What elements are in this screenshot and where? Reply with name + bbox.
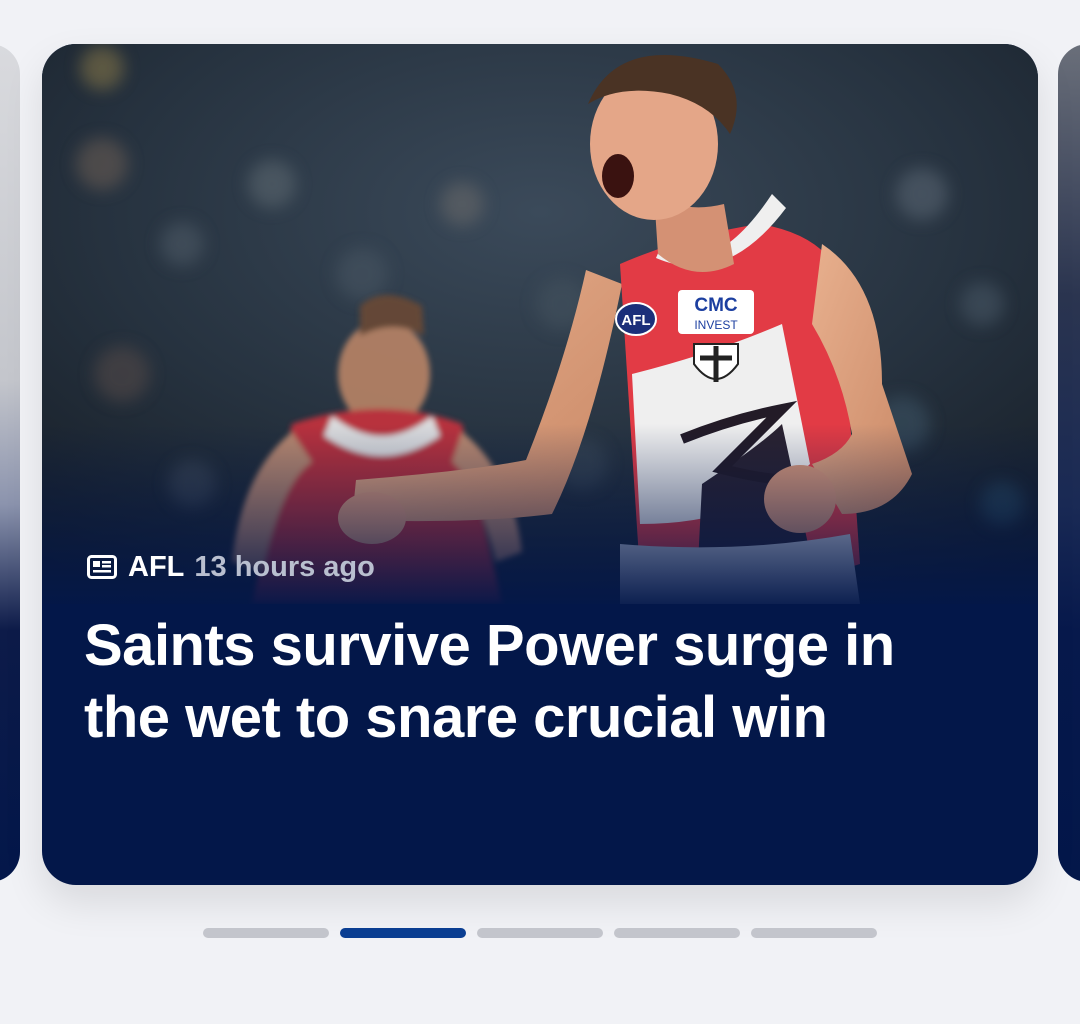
page-indicator-1[interactable]	[203, 928, 329, 938]
news-card[interactable]: AFL CMC INVEST AFL 13 hours ago Saints s…	[42, 44, 1038, 885]
page-indicator-4[interactable]	[614, 928, 740, 938]
carousel-pagination	[203, 928, 877, 938]
news-carousel: AFL CMC INVEST AFL 13 hours ago Saints s…	[0, 0, 1080, 1024]
previous-card-peek[interactable]	[0, 44, 20, 882]
svg-text:CMC: CMC	[694, 295, 738, 316]
page-indicator-2[interactable]	[340, 928, 466, 938]
newspaper-icon	[86, 553, 118, 581]
article-timestamp: 13 hours ago	[194, 550, 375, 583]
svg-text:INVEST: INVEST	[694, 318, 738, 332]
next-card-peek[interactable]	[1058, 44, 1080, 882]
page-indicator-3[interactable]	[477, 928, 603, 938]
article-headline[interactable]: Saints survive Power surge in the wet to…	[84, 610, 984, 754]
page-indicator-5[interactable]	[751, 928, 877, 938]
svg-text:AFL: AFL	[621, 312, 650, 329]
article-meta: AFL 13 hours ago	[86, 547, 375, 587]
article-category: AFL	[128, 550, 185, 583]
